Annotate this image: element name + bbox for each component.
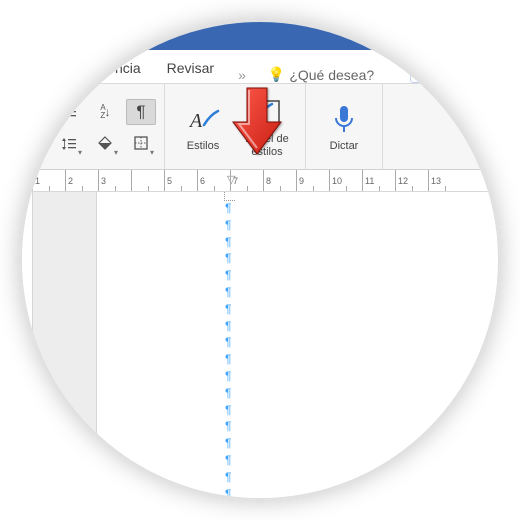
lightbulb-icon: 💡 [268, 66, 285, 83]
dictate-label: Dictar [330, 140, 359, 153]
ribbon: ▾ 123▾ ▾ AZ↓ ¶ [20, 84, 500, 170]
group-paragraph: ▾ 123▾ ▾ AZ↓ ¶ [20, 84, 165, 169]
share-icon [414, 65, 428, 79]
tabs-overflow-icon[interactable]: » [238, 67, 246, 83]
page-gutter [32, 192, 97, 500]
nav-snippet: es todo loversaciones oinstalada enstenc… [20, 202, 32, 295]
group-styles: A Estilos Panel de estilos [165, 84, 306, 169]
ruler-tick: 12 [395, 170, 428, 191]
ruler-tick: 13 [428, 170, 461, 191]
ruler-tick: 2 [65, 170, 98, 191]
ruler-tick: 11 [362, 170, 395, 191]
nav-pane: es todo loversaciones oinstalada enstenc… [20, 192, 32, 500]
ruler-tick: 3 [98, 170, 131, 191]
svg-text:A: A [188, 110, 203, 132]
nav-snippet: estro equipo ytarjeta deejemplo, a la [20, 295, 32, 356]
tell-me-label: ¿Qué desea? [289, 67, 374, 83]
tab-revisar[interactable]: Revisar [165, 53, 216, 83]
borders-button[interactable]: ▾ [126, 131, 156, 157]
ribbon-tabs: Correspondencia Revisar » 💡 ¿Qué desea? [20, 50, 500, 84]
window-titlebar: ocumento1 [20, 20, 500, 50]
horizontal-ruler[interactable]: ▽ 1235678910111213 [20, 170, 500, 192]
share-button[interactable] [410, 61, 432, 83]
dictate-button[interactable]: Dictar [314, 103, 374, 153]
styles-button[interactable]: A Estilos [173, 103, 233, 153]
styles-pane-label: Panel de estilos [245, 133, 288, 158]
indent-dec-button[interactable] [20, 99, 48, 125]
ruler-tick: 9 [296, 170, 329, 191]
indent-inc-button[interactable] [54, 99, 84, 125]
ruler-tick: 7 [230, 170, 263, 191]
tab-correspondencia[interactable]: Correspondencia [32, 53, 143, 83]
paragraph-marks: ¶¶¶¶¶¶¶¶¶¶¶¶¶¶¶¶¶¶¶¶¶¶ [225, 200, 497, 500]
ruler-tick: 6 [197, 170, 230, 191]
ruler-tick: 5 [164, 170, 197, 191]
ruler-tick: 1 [32, 170, 65, 191]
styles-label: Estilos [187, 140, 219, 153]
ruler-tick: 8 [263, 170, 296, 191]
tell-me[interactable]: 💡 ¿Qué desea? [268, 66, 374, 83]
styles-icon: A [186, 103, 220, 137]
sort-button[interactable]: AZ↓ [90, 99, 120, 125]
group-voice: Dictar [306, 84, 383, 169]
shading-button[interactable]: ▾ [90, 131, 120, 157]
pilcrow-button[interactable]: ¶ [126, 99, 156, 125]
styles-pane-icon [250, 96, 284, 130]
styles-pane-button[interactable]: Panel de estilos [237, 96, 297, 158]
window-title: ocumento1 [32, 23, 106, 40]
mic-icon [327, 103, 361, 137]
ruler-tick: 10 [329, 170, 362, 191]
ruler-tick [131, 170, 164, 191]
line-spacing-button[interactable]: ▾ [54, 131, 84, 157]
justify-button[interactable] [20, 131, 48, 157]
document-page[interactable]: ¶¶¶¶¶¶¶¶¶¶¶¶¶¶¶¶¶¶¶¶¶¶ [97, 192, 497, 500]
